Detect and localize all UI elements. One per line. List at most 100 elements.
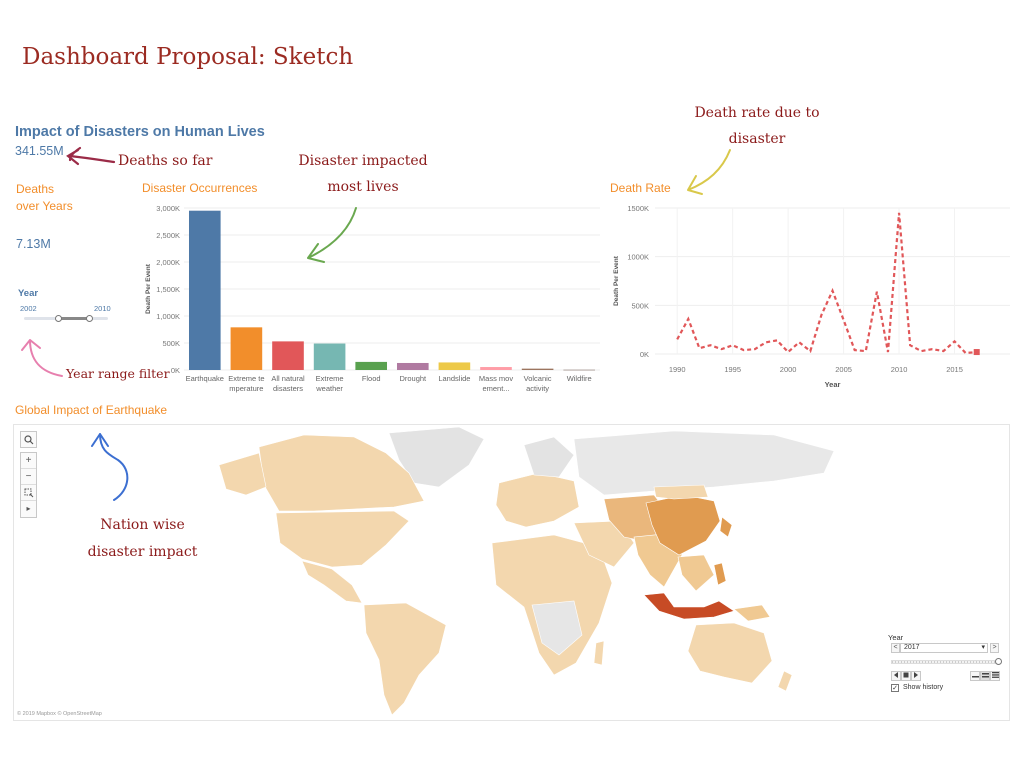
bar-8 — [521, 368, 554, 370]
line-x-tick-label: 2010 — [891, 365, 908, 374]
bar-y-axis-label: Death Per Event — [145, 263, 152, 314]
play-back-button[interactable] — [891, 671, 901, 681]
deaths-over-years-label: Deaths over Years — [16, 182, 73, 213]
bar-y-tick-label: 2,000K — [156, 258, 180, 267]
show-history-label: Show history — [903, 684, 944, 691]
play-forward-icon — [914, 672, 918, 678]
year-slider-thumb[interactable] — [995, 658, 1002, 665]
map-south-america — [363, 602, 447, 716]
map-alaska — [218, 452, 267, 496]
stop-button[interactable] — [901, 671, 911, 681]
world-map[interactable] — [13, 424, 1010, 721]
death-rate-title: Death Rate — [610, 181, 671, 195]
disaster-occurrences-chart: 0K 500K 1,000K 1,500K 2,000K 2,500K 3,000K Deat… — [145, 204, 600, 393]
bar-category-label: All natural disasters — [271, 374, 305, 393]
map-new-zealand — [777, 670, 793, 692]
zoom-in-button[interactable]: + — [21, 453, 36, 469]
bar-category-label: Drought — [399, 374, 427, 383]
year-page-label: Year — [888, 633, 904, 642]
year-dropdown-value: 2017 — [904, 644, 920, 651]
bar-0 — [188, 210, 221, 370]
death-rate-arrow — [687, 149, 731, 195]
line-x-axis-label: Year — [825, 380, 841, 389]
annotation-disaster-impacted: Disaster impacted most lives — [298, 153, 428, 195]
world-map-canvas — [218, 426, 835, 716]
year-range-max-handle[interactable] — [86, 315, 93, 322]
speed-slow-icon — [971, 676, 979, 678]
lasso-select-button[interactable] — [21, 485, 36, 501]
disaster-occurrences-title: Disaster Occurrences — [142, 181, 258, 195]
line-x-tick-label: 2000 — [780, 365, 797, 374]
bar-category-label: Extreme weather — [315, 374, 343, 393]
line-y-tick-label: 1000K — [627, 253, 649, 262]
previous-year-button[interactable]: < — [891, 643, 900, 653]
year-range-min-handle[interactable] — [55, 315, 62, 322]
map-scandinavia — [523, 436, 575, 478]
annotation-death-rate: Death rate due to disaster — [694, 105, 820, 147]
year-dropdown[interactable]: 2017 ▾ — [900, 643, 988, 653]
bar-category-label: Flood — [362, 374, 381, 383]
year-filter-arrow — [21, 339, 63, 377]
zoom-out-button[interactable]: − — [21, 469, 36, 485]
bar-category-label: Landslide — [438, 374, 470, 383]
map-europe — [495, 472, 580, 528]
global-impact-title: Global Impact of Earthquake — [15, 403, 168, 417]
bar-category-label: Wildfire — [567, 374, 592, 383]
bar-y-tick-label: 3,000K — [156, 204, 180, 213]
magnifier-icon — [23, 435, 33, 445]
bar-5 — [396, 362, 429, 370]
year-range-selected — [58, 317, 89, 320]
total-deaths-value: 341.55M — [15, 144, 64, 158]
bar-1 — [230, 327, 263, 370]
bar-4 — [355, 361, 388, 370]
line-y-tick-label: 0K — [640, 350, 649, 359]
line-y-tick-label: 1500K — [627, 204, 649, 213]
bar-y-tick-label: 2,500K — [156, 231, 180, 240]
bar-y-tick-label: 0K — [171, 366, 180, 375]
map-zoom-controls: + − ▸ — [20, 452, 37, 518]
bar-y-tick-label: 1,000K — [156, 312, 180, 321]
year-page-control: Year < 2017 ▾ > ✓ Show history — [888, 632, 1004, 694]
next-year-button[interactable]: > — [990, 643, 999, 653]
death-rate-chart: 0K 500K 1000K 1500K 1990 1995 2000 2005 2010 2015… — [613, 204, 1010, 389]
map-madagascar — [593, 640, 605, 666]
speed-fast-button[interactable] — [990, 671, 1000, 681]
year-filter-label: Year — [18, 288, 39, 299]
line-x-tick-label: 2005 — [835, 365, 852, 374]
annotation-nation-wise: Nation wise disaster impact — [87, 517, 198, 560]
bar-category-label: Extreme te mperature — [228, 374, 264, 393]
speed-slow-button[interactable] — [970, 671, 980, 681]
map-australia — [687, 622, 773, 684]
map-indonesia — [643, 592, 735, 620]
line-x-tick-label: 1990 — [669, 365, 686, 374]
sketch-title: Dashboard Proposal: Sketch — [22, 44, 354, 70]
map-search-button[interactable] — [20, 431, 37, 448]
bar-y-tick-label: 1,500K — [156, 285, 180, 294]
bar-3 — [313, 343, 346, 370]
show-history-checkbox[interactable]: ✓ — [891, 684, 899, 692]
year-slider-track[interactable] — [891, 660, 999, 664]
expand-controls-button[interactable]: ▸ — [21, 501, 36, 517]
map-usa — [275, 510, 410, 568]
year-range-max: 2010 — [94, 304, 111, 313]
map-png — [733, 604, 771, 622]
map-japan — [719, 516, 733, 538]
annotation-deaths-so-far: Deaths so far — [118, 153, 213, 169]
year-range-min: 2002 — [20, 304, 37, 313]
dashboard-title: Impact of Disasters on Human Lives — [15, 124, 265, 140]
map-se-asia — [677, 554, 715, 592]
death-rate-last-point — [973, 349, 980, 356]
deaths-so-far-arrow — [66, 146, 116, 166]
line-x-tick-label: 2015 — [946, 365, 963, 374]
speed-medium-button[interactable] — [980, 671, 990, 681]
annotation-year-range-filter: Year range filter — [66, 366, 170, 381]
lasso-icon — [24, 488, 33, 498]
line-y-tick-label: 500K — [631, 301, 649, 310]
bar-category-label: Volcanic activity — [524, 374, 552, 393]
bar-7 — [480, 367, 512, 370]
bar-2 — [272, 341, 304, 370]
line-y-axis-label: Death Per Event — [613, 255, 620, 306]
map-credit: © 2019 Mapbox © OpenStreetMap — [17, 711, 102, 717]
play-forward-button[interactable] — [911, 671, 921, 681]
death-rate-series-line — [676, 212, 977, 355]
